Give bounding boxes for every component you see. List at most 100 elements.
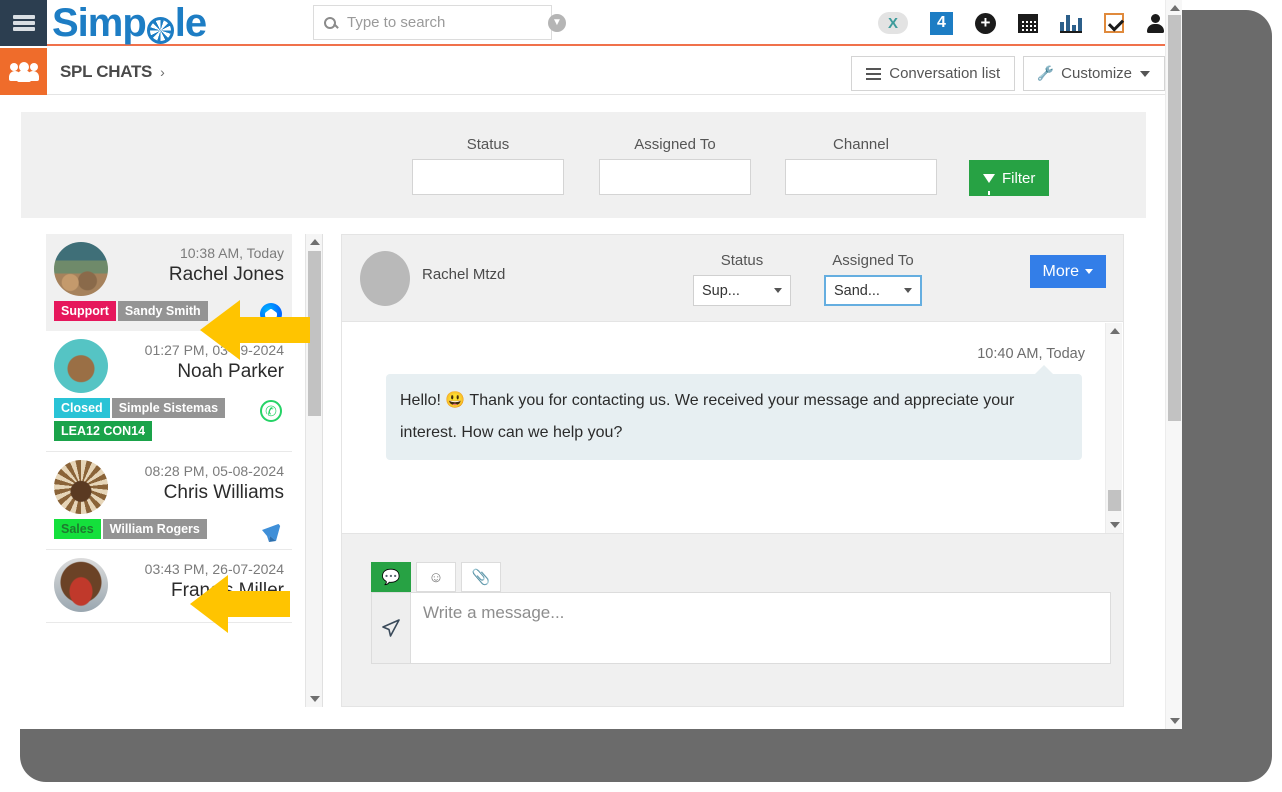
conversation-tag[interactable]: Sales xyxy=(54,519,101,539)
user-glyph xyxy=(1146,13,1164,33)
avatar xyxy=(54,460,108,514)
breadcrumb-bar: SPL CHATS › Conversation list 🔧 Customiz… xyxy=(0,48,1182,95)
conversation-top: 10:38 AM, Today Rachel Jones xyxy=(54,242,284,296)
scroll-down-arrow-icon[interactable] xyxy=(1170,718,1180,724)
bar-chart-icon[interactable] xyxy=(1060,13,1082,33)
bar-chart-glyph xyxy=(1060,13,1082,33)
notification-count-badge[interactable]: 4 xyxy=(930,11,953,35)
more-button-label: More xyxy=(1042,262,1079,280)
chat-status-select[interactable]: Sup... xyxy=(693,275,791,306)
attachment-tab[interactable]: 📎 xyxy=(461,562,501,592)
assigned-to-filter-input[interactable] xyxy=(599,159,751,195)
chat-contact-name: Rachel Mtzd xyxy=(422,266,506,283)
breadcrumb: SPL CHATS › xyxy=(60,48,165,95)
chevron-down-icon xyxy=(904,288,912,293)
scroll-up-arrow-icon[interactable] xyxy=(310,239,320,245)
scroll-up-arrow-icon[interactable] xyxy=(1170,5,1180,11)
more-button[interactable]: More xyxy=(1029,255,1106,288)
avatar xyxy=(54,558,108,612)
conversation-top: 08:28 PM, 05-08-2024 Chris Williams xyxy=(54,460,284,514)
conversation-tag[interactable]: Closed xyxy=(54,398,110,418)
chat-header: Rachel Mtzd Status Sup... Assigned To Sa… xyxy=(341,234,1124,322)
scrollbar-thumb[interactable] xyxy=(308,251,321,416)
scroll-down-arrow-icon[interactable] xyxy=(310,696,320,702)
conversation-item[interactable]: 03:43 PM, 26-07-2024 Francis Miller xyxy=(46,550,292,623)
message-bubble: Hello! 😃 Thank you for contacting us. We… xyxy=(386,365,1082,460)
chat-tab[interactable]: 💬 xyxy=(371,562,411,592)
conversation-contact-name: Rachel Jones xyxy=(168,264,284,285)
conversation-meta: 01:27 PM, 03-09-2024 Noah Parker xyxy=(108,339,284,384)
messenger-channel-icon xyxy=(260,303,282,325)
add-circle-icon[interactable]: + xyxy=(975,12,996,34)
conversation-item[interactable]: 01:27 PM, 03-09-2024 Noah Parker Closed Sim… xyxy=(46,331,292,452)
brand-gear-icon xyxy=(146,16,174,44)
chat-panel: Rachel Mtzd Status Sup... Assigned To Sa… xyxy=(341,234,1124,707)
chevron-down-icon[interactable]: ▼ xyxy=(548,13,566,32)
menu-icon-bar xyxy=(12,21,35,25)
conversation-tag[interactable]: Sandy Smith xyxy=(117,301,208,321)
scrollbar-thumb[interactable] xyxy=(1168,15,1181,421)
emoji-tab[interactable]: ☺ xyxy=(416,562,456,592)
chat-assigned-group: Assigned To Sand... xyxy=(824,252,922,306)
global-search-box[interactable]: ▼ xyxy=(313,5,566,40)
conversation-tags: Sales William Rogers xyxy=(54,519,284,542)
avatar xyxy=(54,242,108,296)
list-icon xyxy=(866,67,882,80)
conversation-tag[interactable]: Support xyxy=(54,301,116,321)
chat-assigned-select[interactable]: Sand... xyxy=(824,275,922,306)
scroll-up-arrow-icon[interactable] xyxy=(1110,328,1120,334)
conversation-meta: 03:43 PM, 26-07-2024 Francis Miller xyxy=(108,558,284,603)
send-button[interactable] xyxy=(371,592,411,664)
conversation-tags: Support Sandy Smith xyxy=(54,301,284,325)
conversation-contact-name: Chris Williams xyxy=(163,482,284,503)
user-account-icon[interactable] xyxy=(1146,13,1164,33)
conversation-tag[interactable]: LEA12 CON14 xyxy=(54,421,153,441)
search-icon xyxy=(324,16,336,29)
conversation-list-scrollbar[interactable] xyxy=(305,234,322,707)
plus-glyph: + xyxy=(975,12,996,34)
page-scrollbar[interactable] xyxy=(1165,0,1182,729)
chat-contact-avatar xyxy=(360,251,410,306)
navbar-icon-group: X 4 + xyxy=(878,0,1164,46)
notification-count-label: 4 xyxy=(930,11,953,35)
brand-logo[interactable]: Simp le xyxy=(52,0,207,46)
conversation-tags: Closed Simple Sistemas LEA12 CON14 ✆ xyxy=(54,398,284,441)
scrollbar-thumb[interactable] xyxy=(1108,490,1121,511)
conversation-tag[interactable]: Simple Sistemas xyxy=(111,398,226,418)
conversation-tag[interactable]: William Rogers xyxy=(102,519,207,539)
wrench-icon: 🔧 xyxy=(1036,65,1055,81)
paperclip-icon: 📎 xyxy=(471,569,491,586)
scroll-down-arrow-icon[interactable] xyxy=(1110,522,1120,528)
conversation-list-button[interactable]: Conversation list xyxy=(851,56,1016,91)
status-filter-label: Status xyxy=(466,136,510,153)
status-filter-input[interactable] xyxy=(412,159,564,195)
brand-text-after: le xyxy=(174,0,207,45)
telegram-channel-icon xyxy=(262,523,281,542)
xing-badge-icon[interactable]: X xyxy=(878,12,908,34)
xing-badge-label: X xyxy=(878,12,908,34)
conversation-timestamp: 08:28 PM, 05-08-2024 xyxy=(144,463,284,479)
hamburger-menu-button[interactable] xyxy=(0,0,47,46)
chat-status-value: Sup... xyxy=(702,282,740,299)
group-users-icon[interactable] xyxy=(0,48,47,95)
message-list-scrollbar[interactable] xyxy=(1105,323,1122,533)
message-input[interactable] xyxy=(411,592,1111,664)
chat-bubble-icon: 💬 xyxy=(381,569,401,586)
channel-filter-input[interactable] xyxy=(785,159,937,195)
assigned-to-filter-label: Assigned To xyxy=(634,136,716,153)
message-list: 10:40 AM, Today Hello! 😃 Thank you for c… xyxy=(341,322,1124,534)
customize-button[interactable]: 🔧 Customize xyxy=(1023,56,1165,91)
conversation-timestamp: 10:38 AM, Today xyxy=(179,245,284,261)
conversation-item[interactable]: 10:38 AM, Today Rachel Jones Support Sandy … xyxy=(46,234,292,331)
checkbox-task-icon[interactable] xyxy=(1104,13,1124,33)
conversation-list-label: Conversation list xyxy=(889,65,1001,82)
calendar-icon[interactable] xyxy=(1018,13,1038,33)
message-composer: 💬 ☺ 📎 xyxy=(341,534,1124,707)
search-input[interactable] xyxy=(345,13,548,32)
conversation-top: 01:27 PM, 03-09-2024 Noah Parker xyxy=(54,339,284,393)
conversation-item[interactable]: 08:28 PM, 05-08-2024 Chris Williams Sales W… xyxy=(46,452,292,550)
whatsapp-channel-icon: ✆ xyxy=(260,400,282,422)
calendar-glyph xyxy=(1018,13,1038,33)
filter-button[interactable]: Filter xyxy=(969,160,1050,196)
status-filter-group: Status xyxy=(412,136,564,195)
